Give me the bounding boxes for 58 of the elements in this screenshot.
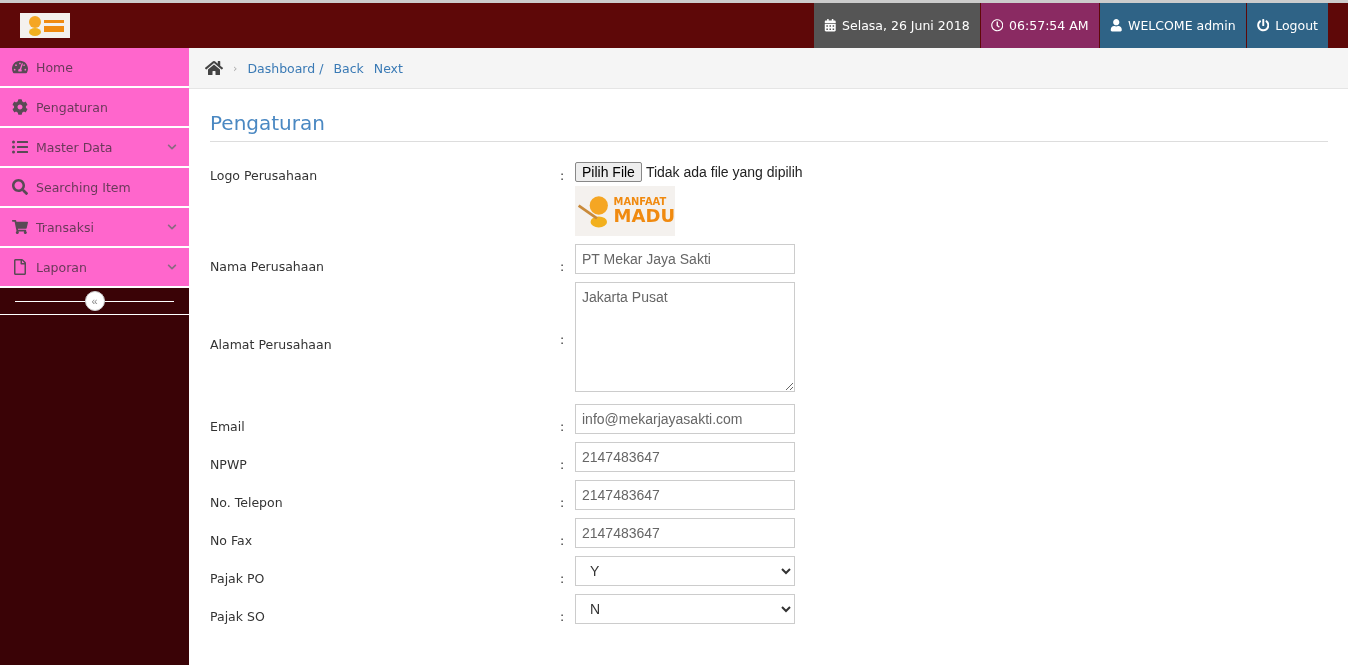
text-field[interactable]: 2147483647: [575, 480, 795, 510]
sidebar-item[interactable]: Transaksi: [0, 208, 189, 248]
search-icon: [12, 179, 28, 195]
gear-icon: [12, 99, 28, 115]
select-field[interactable]: Y: [575, 556, 795, 586]
logout-button[interactable]: Logout: [1246, 3, 1328, 48]
text-field[interactable]: 2147483647: [575, 442, 795, 472]
clock-icon: [990, 19, 1004, 32]
field-label: Pajak SO: [210, 608, 266, 624]
colon: :: [560, 495, 566, 510]
home-icon[interactable]: [205, 59, 223, 77]
colon: :: [560, 419, 566, 434]
field-label: Nama Perusahaan: [210, 258, 325, 274]
welcome-user: WELCOME admin: [1099, 3, 1246, 48]
dashboard-icon: [12, 59, 28, 75]
power-icon: [1256, 19, 1270, 32]
breadcrumb-link[interactable]: Back: [333, 60, 364, 76]
colon: :: [560, 331, 566, 347]
field-label: NPWP: [210, 456, 248, 472]
clock-display: 06:57:54 AM: [980, 3, 1099, 48]
collapse-button[interactable]: «: [84, 291, 105, 311]
sidebar-item[interactable]: Laporan: [0, 248, 189, 288]
sidebar-item[interactable]: Master Data: [0, 128, 189, 168]
sidebar-item[interactable]: Searching Item: [0, 168, 189, 208]
field-label: No. Telepon: [210, 494, 284, 510]
field-label: Email: [210, 418, 246, 434]
cart-icon: [12, 219, 28, 235]
colon: :: [560, 571, 566, 586]
user-icon: [1109, 19, 1123, 32]
colon: :: [560, 457, 566, 472]
text-field[interactable]: info@mekarjayasakti.com: [575, 404, 795, 434]
text-field[interactable]: 2147483647: [575, 518, 795, 548]
colon: :: [560, 167, 566, 183]
field-label: Logo Perusahaan: [210, 167, 319, 183]
field-label: No Fax: [210, 532, 254, 548]
colon: :: [560, 533, 566, 548]
sidebar-item[interactable]: Home: [0, 48, 189, 88]
list-icon: [12, 139, 28, 155]
text-field[interactable]: PT Mekar Jaya Sakti: [575, 244, 795, 274]
breadcrumb-link[interactable]: Next: [373, 60, 403, 76]
colon: :: [560, 259, 566, 274]
logo-text: MADU: [613, 206, 675, 225]
text-area[interactable]: Jakarta Pusat: [575, 282, 795, 392]
colon: :: [560, 609, 566, 624]
logo-icon: [20, 13, 70, 38]
breadcrumb-link[interactable]: Dashboard /: [247, 60, 324, 76]
field-label: Pajak PO: [210, 570, 266, 586]
page-title: Pengaturan: [210, 111, 1328, 142]
breadcrumb-separator: ›: [233, 61, 238, 75]
file-status: Tidak ada file yang dipilih: [645, 164, 803, 180]
logo-text: MANFAAT: [613, 197, 668, 207]
file-icon: [12, 259, 28, 275]
select-field[interactable]: N: [575, 594, 795, 624]
choose-file-button[interactable]: Pilih File: [575, 162, 642, 182]
date-display: Selasa, 26 Juni 2018: [813, 3, 980, 48]
sidebar-item[interactable]: Pengaturan: [0, 88, 189, 128]
calendar-icon: [823, 19, 837, 32]
field-label: Alamat Perusahaan: [210, 335, 333, 352]
